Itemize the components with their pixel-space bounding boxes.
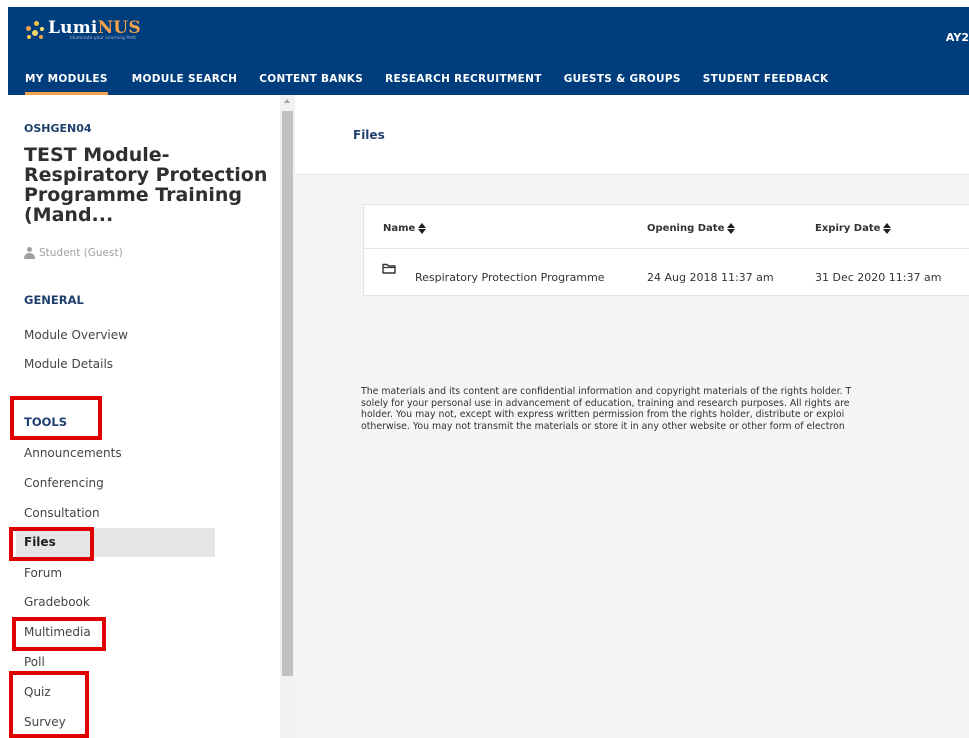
opening-date-cell: 24 Aug 2018 11:37 am — [647, 271, 774, 284]
sidebar-item-module-details[interactable]: Module Details — [24, 357, 113, 371]
sort-icon[interactable] — [418, 223, 427, 234]
luminus-logo[interactable]: LumiNUS Illuminate your Learning Path — [26, 19, 141, 41]
user-role: Student (Guest) — [24, 247, 123, 259]
expiry-date-cell: 31 Dec 2020 11:37 am — [815, 271, 942, 284]
academic-year-selector[interactable]: AY2 — [946, 31, 969, 44]
disclaimer-line: otherwise. You may not transmit the mate… — [361, 420, 845, 432]
sidebar-item-consultation[interactable]: Consultation — [24, 506, 100, 520]
column-expiry-label: Expiry Date — [815, 223, 881, 234]
user-icon — [24, 247, 35, 259]
scroll-up-icon[interactable] — [284, 99, 290, 103]
column-header-expiry-date[interactable]: Expiry Date — [815, 223, 892, 234]
sidebar-item-poll[interactable]: Poll — [24, 655, 45, 669]
nav-research-recruitment[interactable]: RESEARCH RECRUITMENT — [385, 69, 542, 95]
divider — [364, 248, 969, 249]
highlight-box-multimedia — [12, 617, 106, 651]
sort-icon[interactable] — [727, 223, 736, 234]
general-heading: GENERAL — [24, 293, 84, 307]
nav-guests-groups[interactable]: GUESTS & GROUPS — [564, 69, 681, 95]
disclaimer-line: The materials and its content are confid… — [361, 386, 852, 397]
column-header-name[interactable]: Name — [383, 223, 427, 234]
sidebar-item-gradebook[interactable]: Gradebook — [24, 595, 90, 609]
folder-icon — [382, 263, 396, 274]
logo-tagline: Illuminate your Learning Path — [70, 36, 137, 41]
sidebar-item-conferencing[interactable]: Conferencing — [24, 476, 104, 490]
column-header-opening-date[interactable]: Opening Date — [647, 223, 736, 234]
logo-text-main: Lumi — [48, 18, 98, 38]
nav-my-modules[interactable]: MY MODULES — [25, 69, 108, 95]
nav-student-feedback[interactable]: STUDENT FEEDBACK — [703, 69, 829, 95]
highlight-box-tools — [10, 396, 102, 440]
main-content: Files Name Opening Date Expiry Date Resp… — [295, 95, 969, 738]
scrollbar-thumb[interactable] — [282, 111, 293, 676]
sort-icon[interactable] — [883, 223, 892, 234]
copyright-disclaimer: The materials and its content are confid… — [361, 386, 969, 432]
disclaimer-line: solely for your personal use in advancem… — [361, 397, 850, 409]
files-table: Name Opening Date Expiry Date Respirator… — [363, 204, 969, 296]
disclaimer-line: holder. You may not, except with express… — [361, 409, 845, 421]
logo-dots-icon — [26, 21, 46, 41]
luminus-page: LumiNUS Illuminate your Learning Path AY… — [0, 0, 969, 738]
sidebar-item-forum[interactable]: Forum — [24, 566, 62, 580]
top-header: LumiNUS Illuminate your Learning Path AY… — [8, 7, 969, 95]
module-title: TEST Module-Respiratory Protection Progr… — [24, 144, 268, 226]
nav-module-search[interactable]: MODULE SEARCH — [132, 69, 237, 95]
file-name-link[interactable]: Respiratory Protection Programme — [415, 271, 605, 284]
highlight-box-quiz-survey — [9, 671, 89, 738]
content-header: Files — [295, 95, 969, 175]
main-nav: MY MODULES MODULE SEARCH CONTENT BANKS R… — [8, 69, 850, 95]
logo-text-accent: NUS — [97, 18, 141, 38]
column-name-label: Name — [383, 223, 416, 234]
sidebar-scrollbar[interactable] — [280, 95, 295, 738]
sidebar-item-module-overview[interactable]: Module Overview — [24, 328, 128, 342]
nav-content-banks[interactable]: CONTENT BANKS — [259, 69, 363, 95]
module-code: OSHGEN04 — [24, 122, 92, 135]
page-title: Files — [353, 128, 385, 142]
user-role-label: Student (Guest) — [39, 247, 123, 259]
column-opening-label: Opening Date — [647, 223, 725, 234]
highlight-box-files — [9, 527, 94, 561]
sidebar-item-announcements[interactable]: Announcements — [24, 446, 122, 460]
